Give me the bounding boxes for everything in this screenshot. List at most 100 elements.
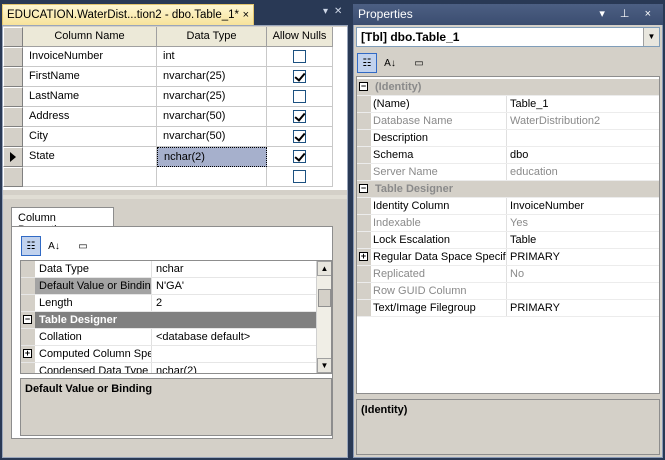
scroll-thumb[interactable]	[318, 289, 331, 307]
expand-icon[interactable]: +	[359, 252, 368, 261]
property-row[interactable]: + Regular Data Space SpecificationPRIMARY	[357, 249, 659, 266]
dropdown-arrow-icon[interactable]: ▼	[643, 28, 659, 46]
alphabetical-icon[interactable]: A↓	[380, 53, 400, 73]
close-icon[interactable]: ×	[243, 5, 249, 25]
property-pages-icon[interactable]: ▭	[73, 236, 93, 256]
property-value[interactable]	[152, 346, 316, 362]
alphabetical-icon[interactable]: A↓	[44, 236, 64, 256]
data-type-cell[interactable]: nvarchar(50)	[157, 127, 267, 147]
data-type-cell[interactable]: nvarchar(50)	[157, 107, 267, 127]
table-row[interactable]: City nvarchar(50)	[3, 127, 333, 147]
column-name-cell[interactable]: State	[23, 147, 157, 167]
category-row[interactable]: − (Identity)	[357, 79, 659, 96]
property-value[interactable]: nchar	[152, 261, 316, 277]
row-selector[interactable]	[3, 107, 23, 127]
allow-nulls-checkbox[interactable]	[293, 170, 306, 183]
property-row[interactable]: Data Type nchar	[21, 261, 316, 278]
expand-icon[interactable]: +	[23, 349, 32, 358]
property-row[interactable]: (Name) Table_1	[357, 96, 659, 113]
property-row[interactable]: Text/Image Filegroup PRIMARY	[357, 300, 659, 317]
property-row[interactable]: Description	[357, 130, 659, 147]
row-selector[interactable]	[3, 87, 23, 107]
property-value	[507, 283, 659, 299]
column-name-cell[interactable]: LastName	[23, 87, 157, 107]
column-header[interactable]: Data Type	[157, 27, 267, 47]
collapse-icon[interactable]: −	[23, 315, 32, 324]
column-name-cell[interactable]	[23, 167, 157, 187]
vertical-scrollbar[interactable]: ▲ ▼	[316, 261, 331, 373]
row-selector[interactable]	[3, 47, 23, 67]
property-row[interactable]: Default Value or Binding N'GA'	[21, 278, 316, 295]
property-row[interactable]: +Computed Column Specification	[21, 346, 316, 363]
data-type-cell[interactable]: nvarchar(25)	[157, 87, 267, 107]
column-name-cell[interactable]: Address	[23, 107, 157, 127]
allow-nulls-checkbox[interactable]	[293, 110, 306, 123]
property-name: Table Designer	[375, 183, 454, 195]
property-row[interactable]: Condensed Data Type nchar(2)	[21, 363, 316, 373]
data-type-cell[interactable]: nchar(2)	[157, 147, 267, 167]
categorized-icon[interactable]: ☷	[357, 53, 377, 73]
data-type-cell[interactable]	[157, 167, 267, 187]
column-name-cell[interactable]: InvoiceNumber	[23, 47, 157, 67]
property-row[interactable]: Lock Escalation Table	[357, 232, 659, 249]
data-type-cell[interactable]: nvarchar(25)	[157, 67, 267, 87]
allow-nulls-checkbox[interactable]	[293, 130, 306, 143]
table-row[interactable]	[3, 167, 333, 187]
column-header[interactable]: Column Name	[23, 27, 157, 47]
property-row[interactable]: Row GUID Column	[357, 283, 659, 300]
allow-nulls-checkbox[interactable]	[293, 70, 306, 83]
allow-nulls-checkbox[interactable]	[293, 150, 306, 163]
property-value[interactable]: 2	[152, 295, 316, 311]
splitter[interactable]	[3, 195, 347, 199]
row-selector[interactable]	[3, 167, 23, 187]
window-controls-icon[interactable]: ▾ ⊥ ×	[599, 7, 657, 20]
tab-column-properties[interactable]: Column Properties	[11, 207, 114, 236]
collapse-icon[interactable]: −	[359, 184, 368, 193]
property-row[interactable]: Identity Column InvoiceNumber	[357, 198, 659, 215]
row-selector[interactable]	[3, 67, 23, 87]
table-row[interactable]: FirstName nvarchar(25)	[3, 67, 333, 87]
property-value[interactable]: Table	[507, 232, 659, 248]
table-row[interactable]: State nchar(2)	[3, 147, 333, 167]
property-value[interactable]: Table_1	[507, 96, 659, 112]
property-value[interactable]: <database default>	[152, 329, 316, 345]
property-value[interactable]: PRIMARY	[507, 300, 659, 316]
property-value[interactable]: dbo	[507, 147, 659, 163]
property-value[interactable]: N'GA'	[152, 278, 316, 294]
property-row[interactable]: Schema dbo	[357, 147, 659, 164]
allow-nulls-checkbox[interactable]	[293, 50, 306, 63]
property-row[interactable]: Server Name education	[357, 164, 659, 181]
property-value[interactable]: PRIMARY	[507, 249, 659, 265]
categorized-icon[interactable]: ☷	[21, 236, 41, 256]
property-row[interactable]: Replicated No	[357, 266, 659, 283]
category-row[interactable]: − Table Designer	[357, 181, 659, 198]
category-row[interactable]: − Table Designer	[21, 312, 316, 329]
scroll-down-icon[interactable]: ▼	[317, 358, 331, 373]
property-row[interactable]: Collation <database default>	[21, 329, 316, 346]
table-row[interactable]: Address nvarchar(50)	[3, 107, 333, 127]
property-value[interactable]: nchar(2)	[152, 363, 316, 373]
data-type-cell[interactable]: int	[157, 47, 267, 67]
property-name: Computed Column Specification	[35, 346, 152, 362]
property-name: Default Value or Binding	[35, 278, 152, 294]
column-header[interactable]: Allow Nulls	[267, 27, 333, 47]
property-value[interactable]	[507, 130, 659, 146]
close-document-icon[interactable]: ✕	[334, 6, 342, 22]
property-row[interactable]: Length 2	[21, 295, 316, 312]
collapse-icon[interactable]: −	[359, 82, 368, 91]
row-selector-arrow-icon[interactable]	[3, 147, 23, 167]
document-tab[interactable]: EDUCATION.WaterDist...tion2 - dbo.Table_…	[2, 4, 254, 25]
scroll-up-icon[interactable]: ▲	[317, 261, 331, 276]
property-row[interactable]: Database Name WaterDistribution2	[357, 113, 659, 130]
table-row[interactable]: LastName nvarchar(25)	[3, 87, 333, 107]
table-row[interactable]: InvoiceNumber int	[3, 47, 333, 67]
property-value[interactable]: InvoiceNumber	[507, 198, 659, 214]
allow-nulls-checkbox[interactable]	[293, 90, 306, 103]
column-name-cell[interactable]: City	[23, 127, 157, 147]
row-selector[interactable]	[3, 127, 23, 147]
property-pages-icon[interactable]: ▭	[409, 53, 429, 73]
chevron-down-icon[interactable]: ▾	[323, 6, 328, 22]
object-selector[interactable]: [Tbl] dbo.Table_1 ▼	[356, 27, 660, 47]
property-row[interactable]: Indexable Yes	[357, 215, 659, 232]
column-name-cell[interactable]: FirstName	[23, 67, 157, 87]
